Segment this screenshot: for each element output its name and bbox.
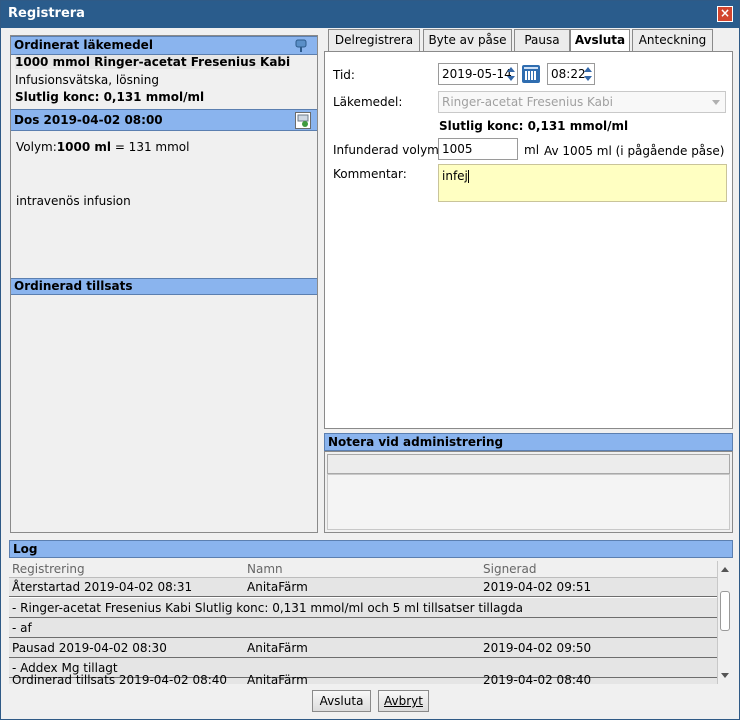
tillsats-header: Ordinerad tillsats (11, 278, 317, 295)
dos-header-label: Dos 2019-04-02 08:00 (14, 113, 163, 127)
col-signerad[interactable]: Signerad (483, 562, 536, 576)
left-panel: Ordinerat läkemedel 1000 mmol Ringer-ace… (10, 35, 318, 533)
tab-delregistrera[interactable]: Delregistrera (328, 29, 420, 51)
kommentar-textarea[interactable]: infej (438, 164, 727, 202)
ordinerat-header: Ordinerat läkemedel (11, 36, 317, 55)
log-row[interactable]: Ordinerad tillsats 2019-04-02 08:40 Anit… (9, 673, 717, 684)
log-table: Registrering Namn Signerad Återstartad 2… (9, 561, 717, 684)
scroll-thumb[interactable] (720, 591, 730, 631)
text-cursor (467, 170, 469, 183)
dos-header: Dos 2019-04-02 08:00 (11, 109, 317, 131)
log-cell-registrering: Ordinerad tillsats 2019-04-02 08:40 (12, 673, 228, 684)
log-row[interactable]: - Ringer-acetat Fresenius Kabi Slutlig k… (9, 598, 717, 618)
ordinerat-header-label: Ordinerat läkemedel (14, 38, 153, 52)
save-dose-icon[interactable] (295, 112, 311, 129)
volym-unit: ml (524, 143, 540, 157)
drug-conc: Slutlig konc: 0,131 mmol/ml (15, 90, 205, 104)
date-value: 2019-05-14 (442, 67, 512, 81)
scroll-up-icon[interactable] (721, 567, 729, 572)
route-text: intravenös infusion (16, 194, 131, 208)
log-cell-signerad: 2019-04-02 09:51 (483, 580, 592, 594)
avsluta-panel: Tid: 2019-05-14 08:22 Läkemedel: Ringer-… (324, 51, 733, 429)
log-cell-namn: AnitaFärm (247, 580, 308, 594)
tillsats-header-label: Ordinerad tillsats (14, 279, 133, 293)
form-slutlig-konc: Slutlig konc: 0,131 mmol/ml (439, 119, 629, 133)
log-cell-namn: AnitaFärm (247, 641, 308, 655)
volym-value: 1000 ml (56, 140, 111, 154)
notera-body (327, 474, 730, 530)
log-row[interactable]: Pausad 2019-04-02 08:30 AnitaFärm 2019-0… (9, 638, 717, 658)
tab-byte-av-pase[interactable]: Byte av påse (423, 29, 512, 51)
log-cell-registrering: - Ringer-acetat Fresenius Kabi Slutlig k… (12, 601, 524, 615)
log-cell-registrering: - af (12, 621, 32, 635)
lakemedel-label: Läkemedel: (333, 95, 403, 109)
log-row[interactable]: Återstartad 2019-04-02 08:31 AnitaFärm 2… (9, 578, 717, 597)
scroll-down-icon[interactable] (721, 673, 729, 678)
log-cell-registrering: Återstartad 2019-04-02 08:31 (12, 580, 193, 594)
log-row[interactable]: - af (9, 618, 717, 638)
tab-anteckning[interactable]: Anteckning (632, 29, 713, 51)
volym-label: Volym: (16, 140, 57, 154)
title-bar: Registrera × (1, 1, 739, 28)
tab-avsluta[interactable]: Avsluta (570, 29, 630, 52)
volym-hint: Av 1005 ml (i pågående påse) (544, 144, 725, 158)
kommentar-value: infej (442, 169, 468, 183)
notera-panel (324, 451, 733, 533)
avsluta-button[interactable]: Avsluta (312, 690, 371, 712)
pin-icon[interactable] (295, 39, 307, 53)
volym-line: Volym:1000 ml = 131 mmol (16, 140, 189, 154)
col-namn[interactable]: Namn (247, 562, 283, 576)
date-field[interactable]: 2019-05-14 (438, 63, 518, 85)
kommentar-label: Kommentar: (333, 167, 407, 181)
close-button[interactable]: × (717, 6, 733, 22)
time-value: 08:22 (551, 67, 586, 81)
time-field[interactable]: 08:22 (547, 63, 595, 85)
log-cell-signerad: 2019-04-02 09:50 (483, 641, 592, 655)
volym-rest: = 131 mmol (111, 140, 190, 154)
avbryt-button[interactable]: Avbryt (378, 690, 429, 712)
notera-header-row (327, 454, 730, 474)
log-column-header: Registrering Namn Signerad (9, 561, 717, 578)
notera-header: Notera vid administrering (324, 433, 733, 451)
log-cell-namn: AnitaFärm (247, 673, 308, 684)
log-cell-registrering: Pausad 2019-04-02 08:30 (12, 641, 167, 655)
chevron-down-icon[interactable] (712, 100, 720, 105)
drug-form: Infusionsvätska, lösning (15, 73, 159, 87)
registrera-dialog: Registrera × Ordinerat läkemedel 1000 mm… (0, 0, 740, 720)
col-registrering[interactable]: Registrering (12, 562, 85, 576)
volym-form-label: Infunderad volym : (333, 143, 447, 157)
tab-pausa[interactable]: Pausa (514, 29, 570, 51)
tid-label: Tid: (333, 68, 355, 82)
notera-header-label: Notera vid administrering (328, 435, 504, 449)
log-cell-signerad: 2019-04-02 08:40 (483, 673, 592, 684)
window-title: Registrera (8, 6, 85, 21)
date-spinner-icon[interactable] (506, 66, 515, 82)
drug-name: 1000 mmol Ringer-acetat Fresenius Kabi (15, 55, 291, 69)
log-header: Log (9, 540, 733, 558)
time-spinner-icon[interactable] (583, 66, 592, 82)
lakemedel-select[interactable]: Ringer-acetat Fresenius Kabi (438, 91, 726, 113)
calendar-icon[interactable] (522, 65, 540, 83)
log-scrollbar[interactable] (717, 561, 732, 684)
volym-input[interactable]: 1005 (438, 138, 518, 160)
lakemedel-value: Ringer-acetat Fresenius Kabi (442, 95, 613, 109)
log-header-label: Log (13, 542, 38, 556)
